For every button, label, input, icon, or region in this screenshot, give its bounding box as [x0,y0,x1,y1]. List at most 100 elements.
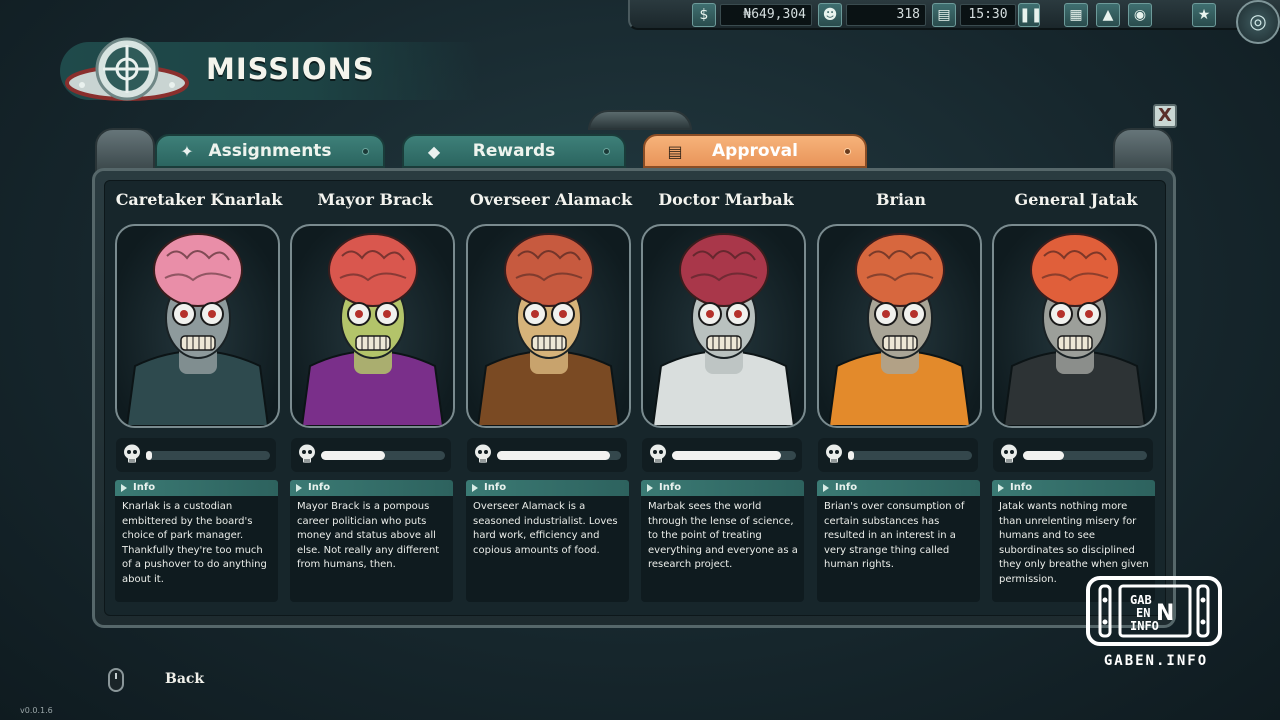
approval-bar-fill [848,451,854,460]
character-name: Overseer Alamack [469,190,633,209]
info-header: Info [115,480,278,496]
tab-rewards[interactable]: ◆ Rewards [402,134,626,168]
version-label: v0.0.1.6 [20,706,53,715]
character-name: Brian [875,190,927,209]
info-label: Info [484,482,507,493]
character-name: Mayor Brack [317,190,433,209]
approval-bar-fill [1023,451,1064,460]
money-icon[interactable]: $ [692,3,716,27]
tab-assignments[interactable]: ✦ Assignments [155,134,385,168]
approval-meter [467,438,627,472]
info-header: Info [466,480,629,496]
approval-bar [1023,451,1147,460]
approval-bar-fill [497,451,610,460]
character-description: Knarlak is a custodian embittered by the… [122,501,267,585]
tab-rivet [603,148,610,155]
info-label: Info [1010,482,1033,493]
skull-icon [124,444,140,463]
info-header: Info [290,480,453,496]
page-title: MISSIONS [206,52,375,86]
build-menu-icon[interactable]: ▦ [1064,3,1088,27]
compass-icon: ✦ [180,142,194,161]
skull-icon [650,444,666,463]
research-flask-icon[interactable]: ▲ [1096,3,1120,27]
svg-text:GAB: GAB [1130,593,1152,607]
approval-bar [848,451,972,460]
skull-icon [475,444,491,463]
mission-badge-icon[interactable]: ★ [1192,3,1216,27]
character-name: Doctor Marbak [658,190,794,209]
mouse-icon [108,668,124,692]
character-description: Marbak sees the world through the lense … [648,501,798,570]
triangle-icon [998,484,1004,492]
pause-icon[interactable]: ❚❚ [1018,3,1042,27]
skull-icon [826,444,842,463]
info-header: Info [641,480,804,496]
info-panel: Info Brian's over consumption of certain … [817,480,980,602]
skull-icon [299,444,315,463]
svg-text:EN: EN [1136,606,1150,620]
ufo-target-logo [65,37,189,101]
approval-bar [146,451,270,460]
character-portrait[interactable] [115,224,280,428]
character-portrait[interactable] [466,224,631,428]
tab-assignments-label: Assignments [208,141,332,161]
approval-meter [291,438,451,472]
tab-rivet [362,148,369,155]
close-button[interactable]: X [1153,104,1177,128]
lock-icon: ◆ [427,142,441,161]
info-panel: Info Overseer Alamack is a seasoned indus… [466,480,629,602]
approval-bar [497,451,621,460]
character-description: Jatak wants nothing more than unrelentin… [999,501,1149,585]
info-panel: Info Knarlak is a custodian embittered by… [115,480,278,602]
tab-approval[interactable]: ▤ Approval [643,134,867,168]
watermark-text: GABEN.INFO [1103,653,1209,669]
character-description: Brian's over consumption of certain subs… [824,501,965,570]
radar-icon[interactable]: ◎ [1236,0,1280,44]
character-portrait[interactable] [817,224,982,428]
character-portrait[interactable] [641,224,806,428]
triangle-icon [823,484,829,492]
info-label: Info [308,482,331,493]
info-panel: Info Marbak sees the world through the le… [641,480,804,602]
approval-bar-fill [321,451,385,460]
visitors-icon[interactable]: ☻ [818,3,842,27]
triangle-icon [121,484,127,492]
gaben-logo: GAB EN N INFO [1086,576,1222,646]
tab-rewards-label: Rewards [472,141,556,161]
info-header: Info [817,480,980,496]
frame-ornament [588,110,692,130]
back-button[interactable]: Back [165,671,204,687]
skull-icon [1001,444,1017,463]
money-display: ₦649,304 [720,4,812,26]
clipboard-icon: ▤ [667,142,683,161]
approval-bar [672,451,796,460]
approval-meter [642,438,802,472]
character-portrait[interactable] [992,224,1157,428]
svg-text:INFO: INFO [1130,619,1159,633]
character-name: General Jatak [1014,190,1138,209]
info-label: Info [835,482,858,493]
approval-meter [993,438,1153,472]
info-label: Info [659,482,682,493]
triangle-icon [472,484,478,492]
triangle-icon [296,484,302,492]
info-label: Info [133,482,156,493]
time-display: 15:30 [960,4,1016,26]
approval-bar [321,451,445,460]
character-name: Caretaker Knarlak [115,190,283,209]
tab-rivet [844,148,851,155]
tab-approval-label: Approval [712,141,798,161]
triangle-icon [647,484,653,492]
approval-bar-fill [146,451,152,460]
ufo-icon[interactable]: ◉ [1128,3,1152,27]
info-panel: Info Mayor Brack is a pompous career poli… [290,480,453,602]
document-icon[interactable]: ▤ [932,3,956,27]
approval-meter [818,438,978,472]
character-portrait[interactable] [290,224,455,428]
visitors-display: 318 [846,4,926,26]
character-description: Overseer Alamack is a seasoned industria… [473,501,618,556]
character-description: Mayor Brack is a pompous career politici… [297,501,440,570]
approval-bar-fill [672,451,781,460]
info-header: Info [992,480,1155,496]
